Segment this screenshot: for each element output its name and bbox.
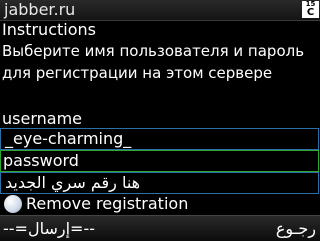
- radio-icon[interactable]: [4, 195, 22, 213]
- remove-registration-label: Remove registration: [26, 194, 189, 213]
- back-softkey[interactable]: رجـوع: [276, 216, 316, 241]
- remove-registration-option[interactable]: Remove registration: [0, 194, 320, 214]
- password-label-text: password: [3, 151, 79, 170]
- input-mode-icon: 15 C: [302, 1, 319, 18]
- username-value: _eye-charming_: [5, 129, 132, 148]
- instructions-heading: Instructions: [2, 20, 96, 39]
- password-field[interactable]: هنا رقم سري الجديد: [0, 172, 319, 194]
- input-mode-bottom: C: [306, 7, 315, 18]
- window-title: jabber.ru: [4, 0, 76, 19]
- password-label: password: [0, 150, 319, 172]
- password-value: هنا رقم سري الجديد: [5, 173, 141, 192]
- send-softkey[interactable]: --=إرسال=--: [3, 216, 95, 241]
- instructions-text: Выберите имя пользователя и пароль для р…: [2, 42, 305, 82]
- username-label: username: [2, 109, 82, 128]
- softkey-bar: --=إرسال=-- رجـوع: [0, 215, 320, 241]
- title-bar: jabber.ru 15 C: [0, 0, 320, 21]
- username-field[interactable]: _eye-charming_: [0, 128, 319, 150]
